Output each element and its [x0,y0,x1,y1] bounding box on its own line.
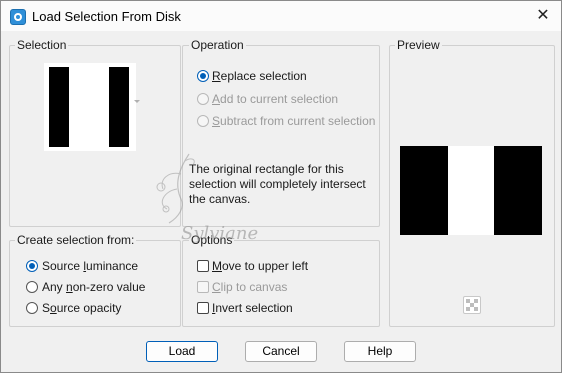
app-icon [10,9,26,25]
preview-image [400,146,542,235]
watermark-logo: Sylviane [156,153,258,244]
selection-thumbnail[interactable] [44,63,136,151]
add-to-selection-radio[interactable] [197,93,209,105]
load-button[interactable]: Load [146,341,218,362]
add-to-selection-label[interactable]: Add to current selection [212,92,338,106]
any-non-zero-value-radio[interactable] [26,281,38,293]
svg-text:Sylviane: Sylviane [181,223,258,244]
source-opacity-label[interactable]: Source opacity [42,301,121,315]
move-to-upper-left-label[interactable]: Move to upper left [212,259,308,273]
preview-group-title: Preview [395,38,442,52]
window-title: Load Selection From Disk [32,9,181,24]
clip-to-canvas-checkbox[interactable] [197,281,209,293]
invert-selection-checkbox[interactable] [197,302,209,314]
cancel-button[interactable]: Cancel [245,341,317,362]
checkerboard-icon [466,299,478,311]
thumb-bar-middle [69,67,109,147]
help-button[interactable]: Help [344,341,416,362]
load-selection-dialog: Load Selection From Disk ✕ Selection Ope… [0,0,562,373]
selection-group-title: Selection [15,38,69,52]
source-luminance-label[interactable]: Source luminance [42,259,138,273]
close-button[interactable]: ✕ [531,5,555,27]
replace-selection-label[interactable]: Replace selection [212,69,307,83]
title-bar: Load Selection From Disk ✕ [1,1,561,31]
replace-selection-radio[interactable] [197,70,209,82]
preview-white-bar [448,146,494,235]
source-opacity-radio[interactable] [26,302,38,314]
checkerboard-toggle-button[interactable] [463,296,481,314]
clip-to-canvas-label[interactable]: Clip to canvas [212,280,287,294]
subtract-from-selection-label[interactable]: Subtract from current selection [212,114,375,128]
selection-thumbnail-image [49,67,129,147]
thumb-bar-right [109,67,129,147]
any-non-zero-value-label[interactable]: Any non-zero value [42,280,145,294]
operation-group-title: Operation [189,38,246,52]
invert-selection-label[interactable]: Invert selection [212,301,293,315]
chevron-down-icon[interactable] [134,100,140,103]
move-to-upper-left-checkbox[interactable] [197,260,209,272]
subtract-from-selection-radio[interactable] [197,115,209,127]
source-luminance-radio[interactable] [26,260,38,272]
thumb-bar-left [49,67,69,147]
